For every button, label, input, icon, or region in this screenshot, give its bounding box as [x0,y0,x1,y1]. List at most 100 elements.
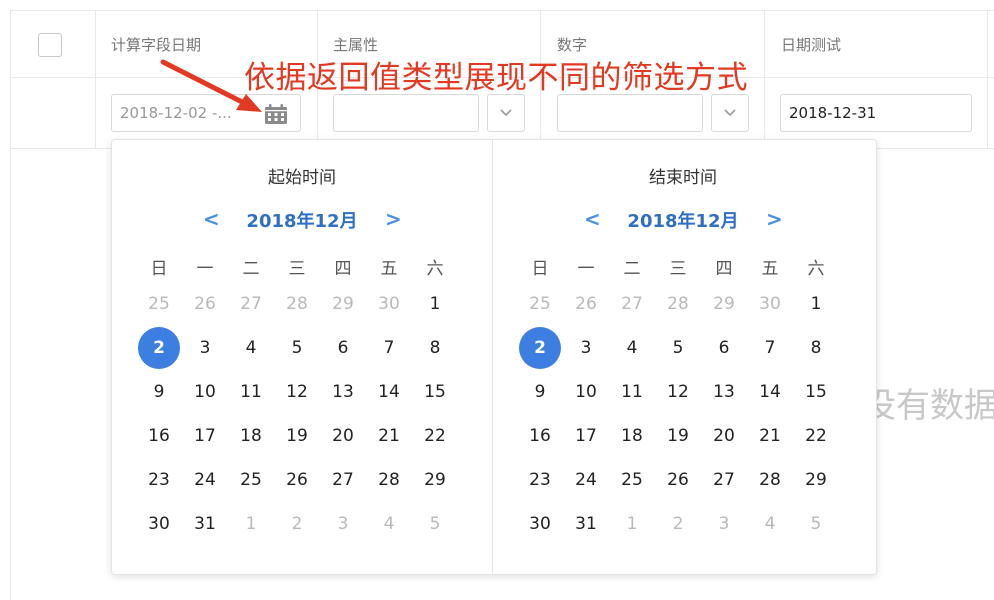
calendar-day[interactable]: 19 [274,414,320,458]
calendar-day[interactable]: 28 [274,282,320,326]
calendar-day[interactable]: 4 [747,502,793,546]
calendar-day[interactable]: 15 [412,370,458,414]
calendar-day[interactable]: 21 [366,414,412,458]
calendar-day[interactable]: 31 [563,502,609,546]
weekday-label: 四 [334,259,352,279]
calendar-day[interactable]: 25 [228,458,274,502]
calendar-day[interactable]: 29 [701,282,747,326]
calendar-day[interactable]: 8 [793,326,839,370]
calendar-day[interactable]: 22 [412,414,458,458]
calendar-day[interactable]: 17 [563,414,609,458]
calendar-day[interactable]: 26 [274,458,320,502]
calendar-day[interactable]: 12 [274,370,320,414]
calendar-day[interactable]: 10 [563,370,609,414]
calendar-day[interactable]: 3 [182,326,228,370]
calendar-day-selected[interactable]: 2 [517,326,563,370]
calendar-day[interactable]: 4 [366,502,412,546]
calendar-day[interactable]: 27 [228,282,274,326]
calendar-day[interactable]: 13 [701,370,747,414]
date-range-filter-input[interactable]: 2018-12-02 -... [111,94,301,132]
calendar-day[interactable]: 14 [366,370,412,414]
calendar-day[interactable]: 18 [609,414,655,458]
calendar-day[interactable]: 25 [609,458,655,502]
calendar-day[interactable]: 26 [182,282,228,326]
calendar-icon[interactable] [264,104,288,124]
calendar-day[interactable]: 24 [563,458,609,502]
date-test-filter-input[interactable]: 2018-12-31 [780,94,972,132]
end-next-month-button[interactable]: > [766,207,783,231]
calendar-day[interactable]: 7 [366,326,412,370]
calendar-day[interactable]: 2 [274,502,320,546]
date-range-value: 2018-12-02 -... [120,104,232,122]
calendar-day[interactable]: 9 [517,370,563,414]
main-attribute-select[interactable] [333,94,479,132]
calendar-day[interactable]: 29 [320,282,366,326]
calendar-day[interactable]: 30 [517,502,563,546]
calendar-day[interactable]: 2 [655,502,701,546]
calendar-day[interactable]: 5 [274,326,320,370]
calendar-day[interactable]: 18 [228,414,274,458]
column-header-calc-date[interactable]: 计算字段日期 [111,34,201,55]
calendar-day[interactable]: 5 [793,502,839,546]
start-month-label: 2018年12月 [246,211,358,232]
calendar-day[interactable]: 29 [793,458,839,502]
calendar-day[interactable]: 30 [366,282,412,326]
calendar-day[interactable]: 10 [182,370,228,414]
number-select[interactable] [557,94,703,132]
calendar-day[interactable]: 16 [517,414,563,458]
select-all-checkbox[interactable] [38,33,62,57]
calendar-day[interactable]: 26 [563,282,609,326]
column-header-date-test[interactable]: 日期测试 [781,34,841,55]
calendar-day[interactable]: 23 [136,458,182,502]
calendar-day-selected[interactable]: 2 [136,326,182,370]
calendar-day[interactable]: 20 [701,414,747,458]
start-next-month-button[interactable]: > [385,207,402,231]
calendar-day[interactable]: 24 [182,458,228,502]
calendar-day[interactable]: 14 [747,370,793,414]
calendar-day[interactable]: 5 [655,326,701,370]
calendar-day[interactable]: 23 [517,458,563,502]
calendar-day[interactable]: 19 [655,414,701,458]
calendar-day[interactable]: 6 [320,326,366,370]
calendar-day[interactable]: 29 [412,458,458,502]
calendar-day[interactable]: 28 [747,458,793,502]
calendar-day[interactable]: 20 [320,414,366,458]
calendar-day[interactable]: 27 [701,458,747,502]
calendar-day[interactable]: 11 [228,370,274,414]
calendar-day[interactable]: 15 [793,370,839,414]
calendar-day[interactable]: 27 [320,458,366,502]
calendar-day[interactable]: 22 [793,414,839,458]
calendar-day[interactable]: 26 [655,458,701,502]
calendar-day[interactable]: 7 [747,326,793,370]
calendar-day[interactable]: 16 [136,414,182,458]
calendar-day[interactable]: 25 [517,282,563,326]
table-left-border [10,10,11,600]
calendar-day[interactable]: 3 [320,502,366,546]
calendar-day[interactable]: 9 [136,370,182,414]
calendar-day[interactable]: 6 [701,326,747,370]
calendar-day[interactable]: 28 [655,282,701,326]
calendar-day[interactable]: 3 [701,502,747,546]
calendar-day[interactable]: 30 [747,282,793,326]
calendar-day[interactable]: 4 [228,326,274,370]
calendar-day[interactable]: 1 [412,282,458,326]
calendar-day[interactable]: 28 [366,458,412,502]
calendar-day[interactable]: 1 [228,502,274,546]
calendar-day[interactable]: 1 [793,282,839,326]
calendar-day[interactable]: 25 [136,282,182,326]
main-attribute-dropdown-button[interactable] [487,94,525,132]
calendar-day[interactable]: 8 [412,326,458,370]
calendar-day[interactable]: 31 [182,502,228,546]
calendar-day[interactable]: 3 [563,326,609,370]
calendar-day[interactable]: 21 [747,414,793,458]
calendar-day[interactable]: 5 [412,502,458,546]
calendar-day[interactable]: 13 [320,370,366,414]
calendar-day[interactable]: 17 [182,414,228,458]
number-dropdown-button[interactable] [711,94,749,132]
calendar-day[interactable]: 1 [609,502,655,546]
calendar-day[interactable]: 4 [609,326,655,370]
calendar-day[interactable]: 30 [136,502,182,546]
calendar-day[interactable]: 11 [609,370,655,414]
calendar-day[interactable]: 12 [655,370,701,414]
calendar-day[interactable]: 27 [609,282,655,326]
